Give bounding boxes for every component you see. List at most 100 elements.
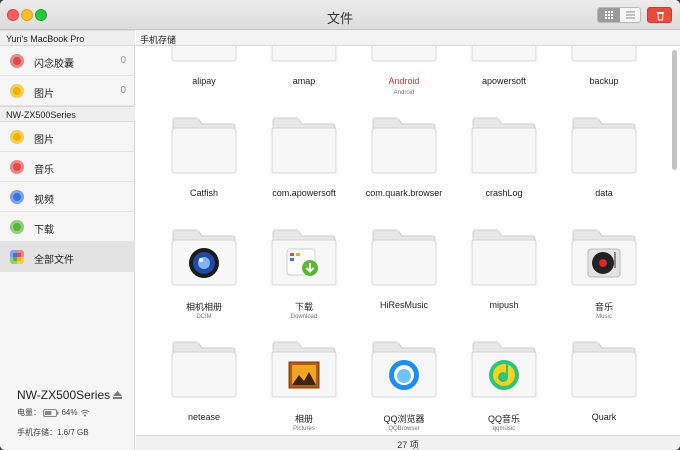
folder-icon (469, 115, 539, 175)
folder-item[interactable]: 相册 Pictures (254, 326, 354, 435)
download-icon (10, 220, 24, 234)
sidebar-item[interactable]: 全部文件 (0, 242, 135, 272)
folder-subtitle: Download (290, 314, 318, 320)
storage-status: 手机存储：1.6/7 GB (17, 428, 89, 437)
folder-item[interactable]: apowersoft (454, 46, 554, 102)
folder-icon (569, 227, 639, 287)
folder-item[interactable]: QQ浏览器 QQBrowser (354, 326, 454, 435)
folder-item[interactable]: 相机相册 DCIM (154, 214, 254, 326)
folder-name: 相机相册 (185, 302, 222, 312)
folder-name: amap (292, 76, 316, 86)
battery-percent: 64% (61, 408, 78, 417)
folder-icon (269, 46, 339, 63)
capsule-icon (10, 54, 24, 68)
folder-item[interactable]: QQ音乐 qqmusic (454, 326, 554, 435)
sidebar-item-label: 图片 (34, 89, 54, 100)
sidebar-item[interactable]: 音乐 (0, 152, 135, 182)
sidebar-item[interactable]: 图片 (0, 122, 135, 152)
pictures-badge-icon (288, 361, 320, 389)
folder-item[interactable]: netease (154, 326, 254, 435)
folder-item[interactable]: alipay (154, 46, 254, 102)
sidebar-item[interactable]: 闪念胶囊 0 (0, 46, 135, 76)
sidebar-item[interactable]: 下载 (0, 212, 135, 242)
folder-item[interactable]: HiResMusic (354, 214, 454, 326)
battery-label: 电量： (17, 408, 41, 417)
sidebar-item-label: 图片 (34, 135, 54, 146)
folder-subtitle: DCIM (196, 314, 212, 320)
grid-view-button[interactable] (598, 8, 620, 22)
grid-icon (605, 11, 613, 19)
folder-name: com.apowersoft (272, 188, 336, 198)
breadcrumb: 手机存储 (136, 30, 680, 46)
battery-icon (43, 408, 59, 417)
folder-name: alipay (192, 76, 216, 86)
folder-name: QQ音乐 (487, 414, 520, 424)
device-name: NW-ZX500Series (17, 388, 111, 402)
folder-item[interactable]: amap (254, 46, 354, 102)
qqmusic-badge-icon (489, 360, 519, 390)
download-badge-icon (286, 248, 318, 276)
folder-icon (269, 339, 339, 399)
folder-item[interactable]: data (554, 102, 654, 214)
folder-icon (469, 46, 539, 63)
sidebar-item[interactable]: 图片 0 (0, 76, 135, 106)
folder-icon (169, 46, 239, 63)
folder-subtitle: QQBrowser (388, 426, 420, 432)
sidebar-item-count: 0 (120, 85, 126, 96)
sidebar-item-count: 0 (120, 55, 126, 66)
folder-icon (469, 339, 539, 399)
view-mode-switch (597, 7, 641, 23)
folder-name: crashLog (485, 188, 523, 198)
camera-badge-icon (189, 248, 219, 278)
battery-status: 电量： 64% (17, 407, 90, 418)
sidebar-item-label: 音乐 (34, 165, 54, 176)
folder-item[interactable]: com.quark.browser (354, 102, 454, 214)
folder-name: Quark (591, 412, 617, 422)
folder-icon (569, 46, 639, 63)
window-title: 文件 (326, 11, 353, 26)
folder-icon (169, 339, 239, 399)
folder-icon (269, 115, 339, 175)
folder-name: 下载 (294, 302, 313, 312)
qqbrowser-badge-icon (389, 360, 419, 390)
folder-icon (369, 227, 439, 287)
file-browser-window: 文件 Yuri's MacBook Pro 闪念胶囊 0 图片 0 NW-ZX5… (0, 0, 680, 450)
folder-item[interactable]: com.apowersoft (254, 102, 354, 214)
sidebar-item[interactable]: 视频 (0, 182, 135, 212)
battery-fill (45, 410, 52, 415)
folder-icon (169, 227, 239, 287)
file-grid: alipay amap Android Android apowersoft backup… (136, 46, 680, 435)
folder-item[interactable]: backup (554, 46, 654, 102)
folder-item[interactable]: mipush (454, 214, 554, 326)
eject-icon[interactable] (113, 391, 122, 399)
folder-name: data (595, 188, 613, 198)
sidebar-item-label: 下载 (34, 225, 54, 236)
list-view-button[interactable] (620, 8, 640, 22)
trash-icon (657, 12, 664, 21)
all-files-icon (10, 250, 24, 264)
breadcrumb-item[interactable]: 手机存储 (140, 35, 176, 45)
folder-subtitle: qqmusic (492, 426, 516, 432)
folder-name: 音乐 (594, 302, 613, 312)
photos-icon (10, 84, 24, 98)
sidebar-item-label: 全部文件 (34, 255, 74, 266)
folder-item[interactable]: 音乐 Music (554, 214, 654, 326)
folder-name: apowersoft (481, 76, 527, 86)
title-bar: 文件 (0, 0, 680, 30)
list-icon (626, 11, 635, 19)
sidebar-section-header: NW-ZX500Series (0, 106, 135, 122)
wifi-icon (80, 409, 90, 417)
android-badge-icon (369, 46, 439, 63)
folder-icon (569, 339, 639, 399)
folder-item[interactable]: crashLog (454, 102, 554, 214)
vertical-scrollbar[interactable] (672, 50, 677, 170)
folder-item[interactable]: Quark (554, 326, 654, 435)
sidebar-item-label: 视频 (34, 195, 54, 206)
folder-item[interactable]: Android Android (354, 46, 454, 102)
delete-button[interactable] (647, 7, 672, 23)
folder-item[interactable]: Catfish (154, 102, 254, 214)
sidebar-item-label: 闪念胶囊 (34, 59, 74, 70)
folder-name: backup (589, 76, 619, 86)
folder-item[interactable]: 下载 Download (254, 214, 354, 326)
folder-name: Android (388, 76, 420, 86)
